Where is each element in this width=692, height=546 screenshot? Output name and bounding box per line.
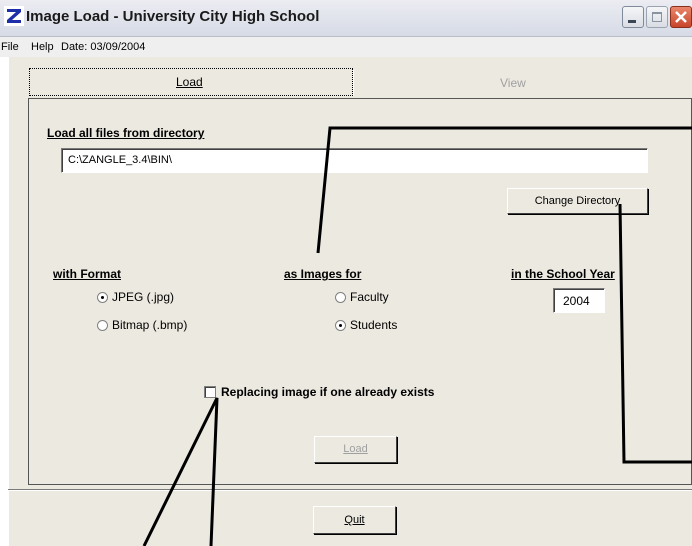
callout-lines xyxy=(142,126,692,546)
